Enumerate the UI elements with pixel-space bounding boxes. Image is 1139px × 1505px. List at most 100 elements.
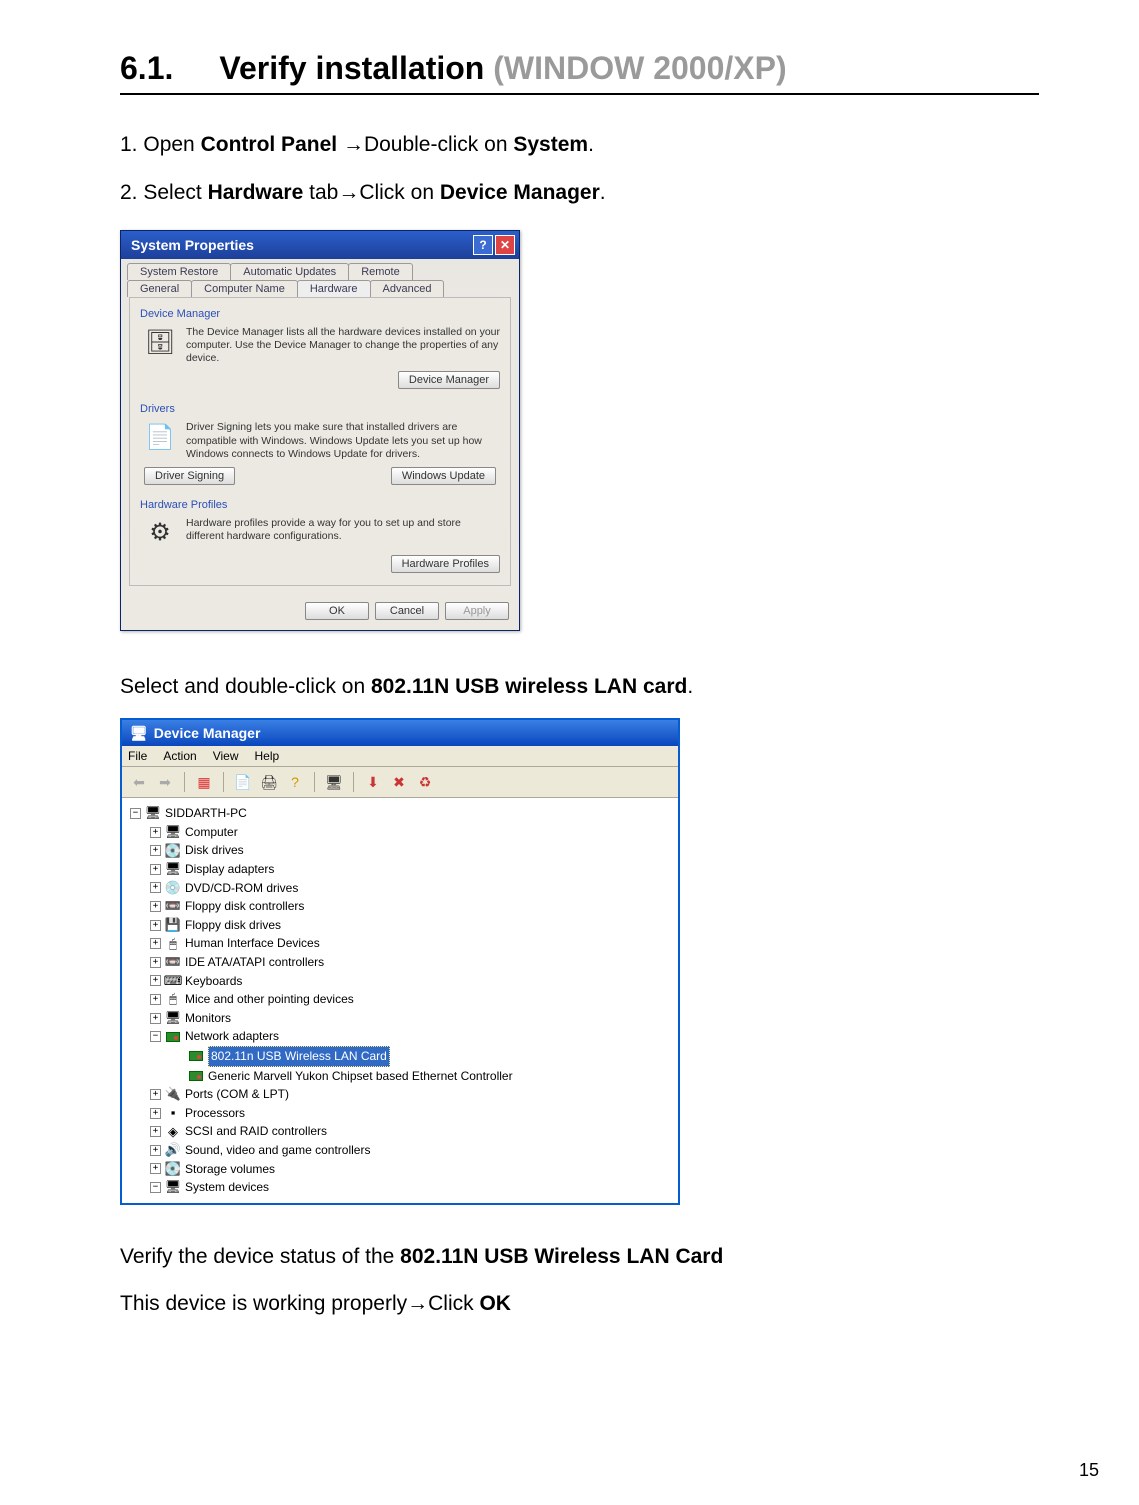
tree-node[interactable]: +💽Disk drives <box>150 841 674 860</box>
tree-node[interactable]: +▪Processors <box>150 1104 674 1123</box>
tree-leaf[interactable]: 802.11n USB Wireless LAN Card <box>188 1046 674 1067</box>
tab-remote[interactable]: Remote <box>348 263 413 280</box>
device-icon: 🔊 <box>165 1142 181 1158</box>
menubar: File Action View Help <box>122 746 678 767</box>
t: Click on <box>359 181 440 204</box>
step-num: 2. <box>120 181 143 204</box>
t: tab <box>309 181 338 204</box>
tree-node[interactable]: +🖥Display adapters <box>150 860 674 879</box>
tree-node[interactable]: +🖱Mice and other pointing devices <box>150 990 674 1009</box>
tab-general[interactable]: General <box>127 280 192 297</box>
tree-node[interactable]: +🖱Human Interface Devices <box>150 934 674 953</box>
t: Double-click on <box>364 133 513 156</box>
step-num: 1. <box>120 133 143 156</box>
tree-node[interactable]: + 📼Floppy disk controllers <box>150 897 674 916</box>
toolbar-properties-icon[interactable]: 📄 <box>232 771 254 793</box>
expand-icon[interactable]: + <box>150 882 161 893</box>
tab-computer-name[interactable]: Computer Name <box>191 280 298 297</box>
cancel-button[interactable]: Cancel <box>375 602 439 620</box>
selected-device: 802.11n USB Wireless LAN Card <box>208 1046 390 1067</box>
tree-node-label: IDE ATA/ATAPI controllers <box>185 953 324 972</box>
toolbar-uninstall-icon[interactable]: ✖ <box>388 771 410 793</box>
menu-file[interactable]: File <box>128 749 147 763</box>
toolbar: ⬅ ➡ ▦ 📄 🖨 ? 🖥 ⬇ ✖ ♻ <box>122 767 678 798</box>
tree-node[interactable]: +💽Storage volumes <box>150 1160 674 1179</box>
tree-node[interactable]: +◈SCSI and RAID controllers <box>150 1122 674 1141</box>
hardware-profiles-button[interactable]: Hardware Profiles <box>391 555 500 573</box>
collapse-icon[interactable]: − <box>130 808 141 819</box>
tab-advanced[interactable]: Advanced <box>370 280 445 297</box>
expand-icon[interactable]: + <box>150 975 161 986</box>
menu-view[interactable]: View <box>213 749 239 763</box>
expand-icon[interactable]: + <box>150 1089 161 1100</box>
tree-node[interactable]: +📼IDE ATA/ATAPI controllers <box>150 953 674 972</box>
root-label: SIDDARTH-PC <box>165 804 247 823</box>
expand-icon[interactable]: + <box>150 845 161 856</box>
toolbar-update-icon[interactable]: ♻ <box>414 771 436 793</box>
toolbar-enable-icon[interactable]: ⬇ <box>362 771 384 793</box>
menu-action[interactable]: Action <box>163 749 196 763</box>
tab-automatic-updates[interactable]: Automatic Updates <box>230 263 349 280</box>
toolbar-scan-icon[interactable]: 🖥 <box>323 771 345 793</box>
collapse-icon[interactable]: − <box>150 1031 161 1042</box>
t: This device is working properly <box>120 1292 407 1315</box>
expand-icon[interactable]: + <box>150 1013 161 1024</box>
hardware-profiles-icon: ⚙ <box>144 517 176 549</box>
tree-node[interactable]: +🔌Ports (COM & LPT) <box>150 1085 674 1104</box>
ok-button[interactable]: OK <box>305 602 369 620</box>
help-button[interactable]: ? <box>473 235 493 255</box>
page-number: 15 <box>1079 1460 1099 1481</box>
expand-icon[interactable]: + <box>150 901 161 912</box>
tree-node-label: Computer <box>185 823 238 842</box>
tree-node[interactable]: −Network adapters <box>150 1027 674 1046</box>
tree-node[interactable]: +🖥Monitors <box>150 1009 674 1028</box>
tree-leaf[interactable]: Generic Marvell Yukon Chipset based Ethe… <box>188 1067 674 1086</box>
device-icon: 💽 <box>165 843 181 859</box>
devmgr-title: Device Manager <box>154 725 261 741</box>
tree-node-label: Floppy disk controllers <box>185 897 304 916</box>
tab-system-restore[interactable]: System Restore <box>127 263 231 280</box>
tree-node[interactable]: +⌨Keyboards <box>150 972 674 991</box>
nic-icon <box>188 1068 204 1084</box>
driver-signing-button[interactable]: Driver Signing <box>144 467 235 485</box>
collapse-icon[interactable]: − <box>150 1182 161 1193</box>
device-tree: − 🖥 SIDDARTH-PC +🖥Computer+💽Disk drives+… <box>122 798 678 1202</box>
toolbar-help-icon[interactable]: ? <box>284 771 306 793</box>
expand-icon[interactable]: + <box>150 957 161 968</box>
tree-node[interactable]: −🖥System devices <box>150 1178 674 1197</box>
dialog-titlebar[interactable]: System Properties ? ✕ <box>121 231 519 259</box>
expand-icon[interactable]: + <box>150 1108 161 1119</box>
tree-root[interactable]: − 🖥 SIDDARTH-PC <box>130 804 674 823</box>
menu-help[interactable]: Help <box>255 749 280 763</box>
apply-button[interactable]: Apply <box>445 602 509 620</box>
tree-node-label: Ports (COM & LPT) <box>185 1085 289 1104</box>
expand-icon[interactable]: + <box>150 1145 161 1156</box>
tree-node[interactable]: +💾Floppy disk drives <box>150 916 674 935</box>
device-icon: 📼 <box>165 899 181 915</box>
tree-leaf-label: Generic Marvell Yukon Chipset based Ethe… <box>208 1067 513 1086</box>
tree-node[interactable]: +🖥Computer <box>150 823 674 842</box>
windows-update-button[interactable]: Windows Update <box>391 467 496 485</box>
toolbar-back-icon[interactable]: ⬅ <box>128 771 150 793</box>
toolbar-forward-icon[interactable]: ➡ <box>154 771 176 793</box>
devmgr-titlebar[interactable]: 🖥 Device Manager <box>122 720 678 746</box>
expand-icon[interactable]: + <box>150 1163 161 1174</box>
device-manager-button[interactable]: Device Manager <box>398 371 500 389</box>
t: Open <box>143 133 200 156</box>
expand-icon[interactable]: + <box>150 1126 161 1137</box>
toolbar-tree-icon[interactable]: ▦ <box>193 771 215 793</box>
tree-node-label: Floppy disk drives <box>185 916 281 935</box>
expand-icon[interactable]: + <box>150 994 161 1005</box>
toolbar-print-icon[interactable]: 🖨 <box>258 771 280 793</box>
t: Verify the device status of the <box>120 1245 400 1268</box>
tree-node-label: Sound, video and game controllers <box>185 1141 370 1160</box>
expand-icon[interactable]: + <box>150 864 161 875</box>
close-button[interactable]: ✕ <box>495 235 515 255</box>
expand-icon[interactable]: + <box>150 920 161 931</box>
tree-node[interactable]: + 🔊Sound, video and game controllers <box>150 1141 674 1160</box>
tab-hardware[interactable]: Hardware <box>297 280 371 297</box>
expand-icon[interactable]: + <box>150 938 161 949</box>
expand-icon[interactable]: + <box>150 827 161 838</box>
tree-node[interactable]: +💿DVD/CD-ROM drives <box>150 879 674 898</box>
arrow-icon: → <box>343 133 364 156</box>
